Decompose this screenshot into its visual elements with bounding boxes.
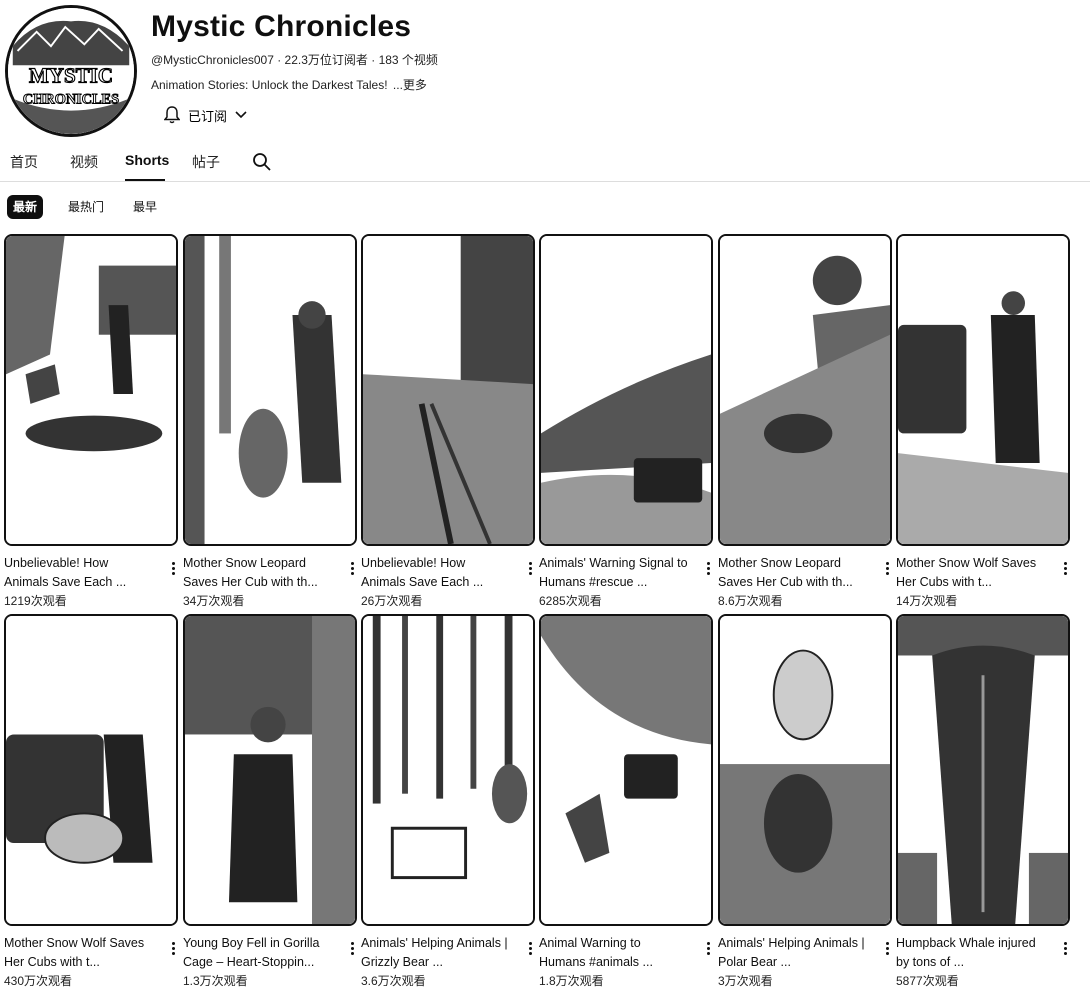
short-thumbnail[interactable] — [896, 614, 1070, 926]
short-thumbnail[interactable] — [718, 234, 892, 546]
chip-oldest[interactable]: 最早 — [127, 195, 163, 219]
thumbnail-image — [720, 616, 890, 924]
more-vert-icon[interactable] — [524, 938, 536, 958]
short-views: 14万次观看 — [896, 594, 958, 608]
short-thumbnail[interactable] — [361, 234, 535, 546]
svg-text:CHRONICLES: CHRONICLES — [23, 91, 119, 107]
thumbnail-image — [6, 236, 176, 544]
tab-videos[interactable]: 视频 — [70, 152, 98, 172]
sort-chips: 最新 最热门 最早 — [0, 195, 400, 221]
chevron-down-icon — [235, 111, 247, 119]
short-views: 1219次观看 — [4, 594, 67, 608]
short-thumbnail[interactable] — [718, 614, 892, 926]
thumbnail-image — [720, 236, 890, 544]
short-thumbnail[interactable] — [4, 234, 178, 546]
short-title[interactable]: Humpback Whale injured by tons of ... — [896, 934, 1046, 972]
short-title[interactable]: Animal Warning to Humans #animals ... — [539, 934, 689, 972]
short-thumbnail[interactable] — [183, 614, 357, 926]
short-thumbnail[interactable] — [183, 234, 357, 546]
short-views: 5877次观看 — [896, 974, 959, 988]
short-title[interactable]: Young Boy Fell in Gorilla Cage – Heart-S… — [183, 934, 333, 972]
channel-meta: @MysticChronicles007 · 22.3万位订阅者 · 183 个… — [151, 53, 438, 67]
short-title[interactable]: Mother Snow Wolf Saves Her Cubs with t..… — [896, 554, 1046, 592]
more-vert-icon[interactable] — [346, 938, 358, 958]
short-thumbnail[interactable] — [361, 614, 535, 926]
more-vert-icon[interactable] — [1059, 938, 1071, 958]
short-title[interactable]: Animals' Warning Signal to Humans #rescu… — [539, 554, 689, 592]
short-views: 1.8万次观看 — [539, 974, 604, 988]
subscribed-label: 已订阅 — [188, 108, 228, 124]
short-views: 26万次观看 — [361, 594, 423, 608]
short-thumbnail[interactable] — [539, 234, 713, 546]
subscribed-button[interactable]: 已订阅 — [156, 99, 256, 131]
thumbnail-image — [541, 236, 711, 544]
more-vert-icon[interactable] — [524, 558, 536, 578]
short-thumbnail[interactable] — [4, 614, 178, 926]
short-views: 430万次观看 — [4, 974, 73, 988]
more-vert-icon[interactable] — [1059, 558, 1071, 578]
channel-tabs: 首页 视频 Shorts 帖子 — [0, 146, 1090, 182]
short-views: 8.6万次观看 — [718, 594, 783, 608]
thumbnail-image — [363, 236, 533, 544]
chip-popular[interactable]: 最热门 — [62, 195, 110, 219]
thumbnail-image — [898, 616, 1068, 924]
short-title[interactable]: Unbelievable! How Animals Save Each ... — [4, 554, 154, 592]
short-title[interactable]: Mother Snow Wolf Saves Her Cubs with t..… — [4, 934, 154, 972]
short-views: 34万次观看 — [183, 594, 245, 608]
short-views: 3万次观看 — [718, 974, 773, 988]
short-thumbnail[interactable] — [896, 234, 1070, 546]
channel-avatar[interactable]: MYSTIC CHRONICLES — [5, 5, 137, 137]
tabs-divider — [0, 181, 1090, 182]
avatar-logo: MYSTIC CHRONICLES — [8, 8, 134, 134]
more-vert-icon[interactable] — [702, 938, 714, 958]
short-views: 1.3万次观看 — [183, 974, 248, 988]
channel-header: MYSTIC CHRONICLES Mystic Chronicles @Mys… — [0, 0, 1090, 140]
chip-latest[interactable]: 最新 — [7, 195, 44, 219]
thumbnail-image — [6, 616, 176, 924]
short-views: 6285次观看 — [539, 594, 602, 608]
short-views: 3.6万次观看 — [361, 974, 426, 988]
search-icon[interactable] — [252, 152, 272, 172]
more-vert-icon[interactable] — [702, 558, 714, 578]
channel-description-text: Animation Stories: Unlock the Darkest Ta… — [151, 78, 388, 92]
short-title[interactable]: Mother Snow Leopard Saves Her Cub with t… — [183, 554, 333, 592]
description-more-link[interactable]: ...更多 — [393, 78, 427, 92]
short-title[interactable]: Animals' Helping Animals | Grizzly Bear … — [361, 934, 511, 972]
channel-description[interactable]: Animation Stories: Unlock the Darkest Ta… — [151, 76, 427, 93]
thumbnail-image — [185, 616, 355, 924]
short-title[interactable]: Unbelievable! How Animals Save Each ... — [361, 554, 511, 592]
short-thumbnail[interactable] — [539, 614, 713, 926]
more-vert-icon[interactable] — [346, 558, 358, 578]
svg-text:MYSTIC: MYSTIC — [29, 63, 113, 87]
channel-title: Mystic Chronicles — [151, 10, 412, 43]
thumbnail-image — [541, 616, 711, 924]
short-title[interactable]: Animals' Helping Animals | Polar Bear ..… — [718, 934, 868, 972]
more-vert-icon[interactable] — [167, 938, 179, 958]
thumbnail-image — [185, 236, 355, 544]
thumbnail-image — [363, 616, 533, 924]
more-vert-icon[interactable] — [881, 938, 893, 958]
short-title[interactable]: Mother Snow Leopard Saves Her Cub with t… — [718, 554, 868, 592]
thumbnail-image — [898, 236, 1068, 544]
tab-home[interactable]: 首页 — [10, 152, 38, 172]
bell-icon — [164, 106, 180, 124]
more-vert-icon[interactable] — [881, 558, 893, 578]
tab-posts[interactable]: 帖子 — [192, 152, 220, 172]
more-vert-icon[interactable] — [167, 558, 179, 578]
tab-shorts[interactable]: Shorts — [125, 152, 169, 168]
